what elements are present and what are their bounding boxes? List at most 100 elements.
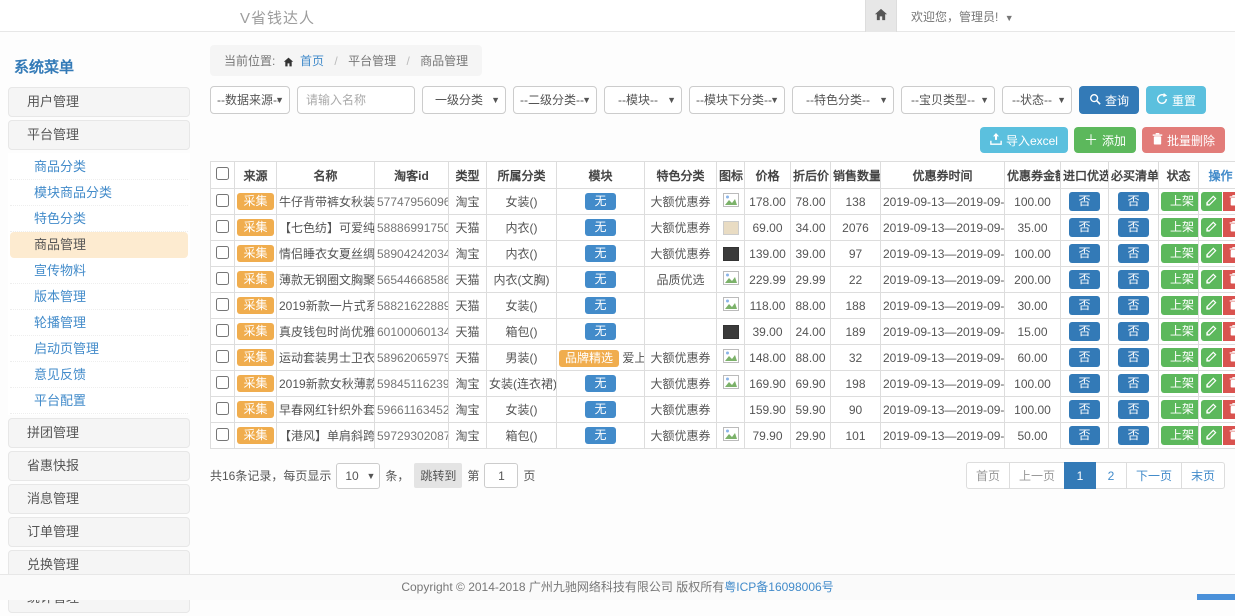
select-all-checkbox[interactable] [216, 167, 229, 180]
home-button[interactable] [865, 0, 897, 32]
row-checkbox[interactable] [216, 324, 229, 337]
imported-toggle-button[interactable]: 否 [1069, 322, 1099, 341]
edit-button[interactable] [1201, 348, 1222, 367]
imported-toggle-button[interactable]: 否 [1069, 348, 1099, 367]
delete-button[interactable] [1223, 296, 1235, 315]
must-buy-toggle-button[interactable]: 否 [1118, 348, 1148, 367]
must-buy-toggle-button[interactable]: 否 [1118, 400, 1148, 419]
icp-link[interactable]: 粤ICP备16098006号 [724, 580, 833, 594]
filter-select-feature-category[interactable]: --特色分类-- ▼ [792, 86, 894, 114]
filter-select-item-type[interactable]: --宝贝类型-- ▼ [901, 86, 995, 114]
imported-toggle-button[interactable]: 否 [1069, 192, 1099, 211]
jump-button[interactable]: 跳转到 [414, 463, 462, 488]
delete-button[interactable] [1223, 192, 1235, 211]
edit-button[interactable] [1201, 374, 1222, 393]
sidebar-item-platform-config[interactable]: 平台配置 [10, 388, 188, 414]
row-checkbox[interactable] [216, 246, 229, 259]
imported-toggle-button[interactable]: 否 [1069, 244, 1099, 263]
status-button[interactable]: 上架 [1161, 270, 1199, 289]
row-checkbox[interactable] [216, 298, 229, 311]
row-checkbox[interactable] [216, 272, 229, 285]
filter-select-module-subcategory[interactable]: --模块下分类-- ▼ [689, 86, 785, 114]
edit-button[interactable] [1201, 244, 1222, 263]
breadcrumb-home-link[interactable]: 首页 [300, 54, 324, 68]
imported-toggle-button[interactable]: 否 [1069, 270, 1099, 289]
row-checkbox[interactable] [216, 376, 229, 389]
status-button[interactable]: 上架 [1161, 400, 1199, 419]
status-button[interactable]: 上架 [1161, 244, 1199, 263]
imported-toggle-button[interactable]: 否 [1069, 400, 1099, 419]
status-button[interactable]: 上架 [1161, 192, 1199, 211]
must-buy-toggle-button[interactable]: 否 [1118, 296, 1148, 315]
filter-select-category-level1[interactable]: 一级分类 ▼ [422, 86, 506, 114]
per-page-select[interactable]: 10 ▼ [336, 463, 380, 489]
scroll-indicator[interactable] [1197, 594, 1235, 600]
imported-toggle-button[interactable]: 否 [1069, 374, 1099, 393]
delete-button[interactable] [1223, 426, 1235, 445]
sidebar-item-module-goods-category[interactable]: 模块商品分类 [10, 180, 188, 206]
row-checkbox[interactable] [216, 350, 229, 363]
row-checkbox[interactable] [216, 428, 229, 441]
edit-button[interactable] [1201, 192, 1222, 211]
edit-button[interactable] [1201, 296, 1222, 315]
sidebar-item-feature-category[interactable]: 特色分类 [10, 206, 188, 232]
filter-select-category-level2[interactable]: --二级分类-- ▼ [513, 86, 597, 114]
pager-button[interactable]: 1 [1064, 462, 1096, 489]
delete-button[interactable] [1223, 218, 1235, 237]
imported-toggle-button[interactable]: 否 [1069, 426, 1099, 445]
sidebar-section-savings-express[interactable]: 省惠快报 [8, 451, 190, 481]
delete-button[interactable] [1223, 270, 1235, 289]
filter-select-module[interactable]: --模块-- ▼ [604, 86, 682, 114]
row-checkbox[interactable] [216, 220, 229, 233]
page-number-input[interactable] [484, 463, 518, 488]
sidebar-item-feedback[interactable]: 意见反馈 [10, 362, 188, 388]
status-button[interactable]: 上架 [1161, 348, 1199, 367]
bulk-delete-button[interactable]: 批量删除 [1142, 127, 1225, 153]
edit-button[interactable] [1201, 400, 1222, 419]
must-buy-toggle-button[interactable]: 否 [1118, 426, 1148, 445]
delete-button[interactable] [1223, 322, 1235, 341]
reset-button[interactable]: 重置 [1146, 86, 1206, 114]
sidebar-item-carousel-mgmt[interactable]: 轮播管理 [10, 310, 188, 336]
edit-button[interactable] [1201, 218, 1222, 237]
pager-button[interactable]: 上一页 [1009, 462, 1065, 489]
delete-button[interactable] [1223, 348, 1235, 367]
delete-button[interactable] [1223, 400, 1235, 419]
status-button[interactable]: 上架 [1161, 426, 1199, 445]
name-search-input[interactable] [297, 86, 415, 114]
sidebar-item-goods-mgmt[interactable]: 商品管理 [10, 232, 188, 258]
sidebar-section-platform-mgmt[interactable]: 平台管理 [8, 120, 190, 150]
filter-select-data-source[interactable]: --数据来源-- ▼ [210, 86, 290, 114]
edit-button[interactable] [1201, 270, 1222, 289]
pager-button[interactable]: 2 [1095, 462, 1127, 489]
sidebar-section-groupbuy-mgmt[interactable]: 拼团管理 [8, 418, 190, 448]
must-buy-toggle-button[interactable]: 否 [1118, 218, 1148, 237]
sidebar-section-message-mgmt[interactable]: 消息管理 [8, 484, 190, 514]
must-buy-toggle-button[interactable]: 否 [1118, 192, 1148, 211]
delete-button[interactable] [1223, 374, 1235, 393]
sidebar-item-goods-category[interactable]: 商品分类 [10, 154, 188, 180]
row-checkbox[interactable] [216, 402, 229, 415]
sidebar-item-promo-materials[interactable]: 宣传物料 [10, 258, 188, 284]
edit-button[interactable] [1201, 426, 1222, 445]
row-checkbox[interactable] [216, 194, 229, 207]
must-buy-toggle-button[interactable]: 否 [1118, 270, 1148, 289]
status-button[interactable]: 上架 [1161, 374, 1199, 393]
sidebar-section-user-mgmt[interactable]: 用户管理 [8, 87, 190, 117]
pager-button[interactable]: 下一页 [1126, 462, 1182, 489]
status-button[interactable]: 上架 [1161, 218, 1199, 237]
edit-button[interactable] [1201, 322, 1222, 341]
add-button[interactable]: ＋ 添加 [1074, 127, 1136, 153]
delete-button[interactable] [1223, 244, 1235, 263]
status-button[interactable]: 上架 [1161, 322, 1199, 341]
sidebar-item-version-mgmt[interactable]: 版本管理 [10, 284, 188, 310]
sidebar-item-splash-mgmt[interactable]: 启动页管理 [10, 336, 188, 362]
pager-button[interactable]: 末页 [1181, 462, 1225, 489]
imported-toggle-button[interactable]: 否 [1069, 296, 1099, 315]
must-buy-toggle-button[interactable]: 否 [1118, 322, 1148, 341]
must-buy-toggle-button[interactable]: 否 [1118, 244, 1148, 263]
sidebar-section-order-mgmt[interactable]: 订单管理 [8, 517, 190, 547]
imported-toggle-button[interactable]: 否 [1069, 218, 1099, 237]
user-menu[interactable]: 欢迎您，管理员! ▼ [897, 8, 1028, 25]
filter-select-status[interactable]: --状态-- ▼ [1002, 86, 1072, 114]
